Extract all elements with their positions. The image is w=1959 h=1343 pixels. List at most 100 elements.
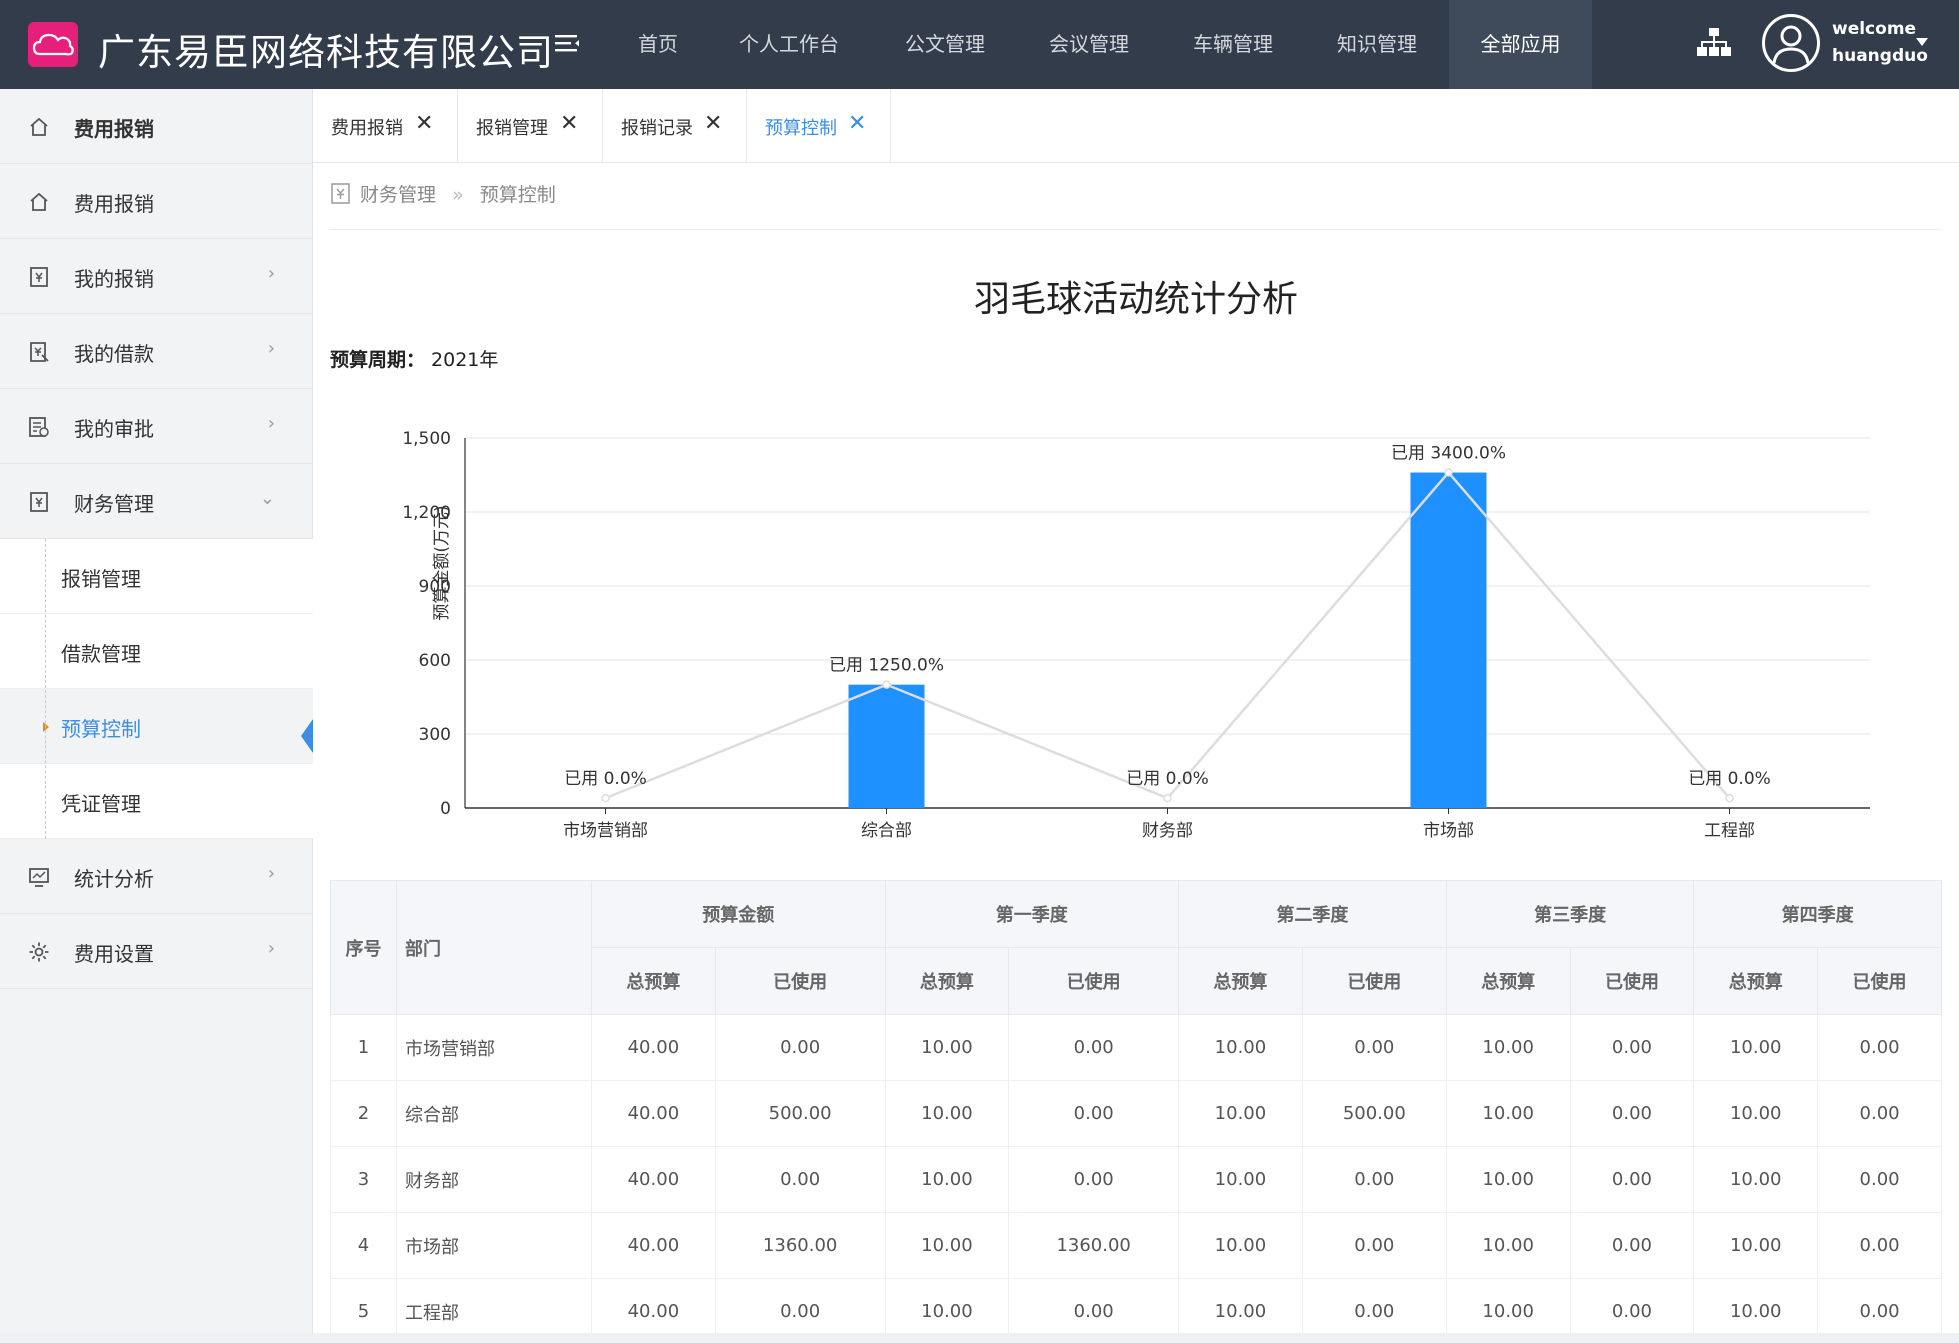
active-marker-icon — [43, 722, 49, 732]
cell-value: 10.00 — [1693, 1146, 1819, 1213]
cell-dept: 市场部 — [396, 1212, 592, 1279]
tab-reimbursement-records[interactable]: 报销记录 ✕ — [603, 89, 747, 163]
sidebar-subitem-loan-management[interactable]: 借款管理 — [0, 614, 313, 689]
column-header-total: 总预算 — [884, 947, 1010, 1015]
cell-value: 0.00 — [1301, 1014, 1447, 1081]
x-tick-label: 工程部 — [1704, 821, 1755, 841]
sidebar-item-label: 我的借款 — [74, 342, 154, 366]
close-icon[interactable]: ✕ — [415, 111, 433, 136]
cell-index: 4 — [330, 1212, 397, 1279]
user-menu-caret-icon[interactable] — [1916, 38, 1928, 46]
cell-dept: 市场营销部 — [396, 1014, 592, 1081]
cell-value: 10.00 — [884, 1014, 1010, 1081]
column-header-used: 已使用 — [1008, 947, 1180, 1015]
cell-value: 0.00 — [1301, 1146, 1447, 1213]
nav-all-apps[interactable]: 全部应用 — [1449, 0, 1592, 89]
chevron-right-icon: › — [267, 938, 275, 959]
cell-value: 10.00 — [1178, 1146, 1303, 1213]
menu-toggle-icon[interactable] — [555, 33, 581, 55]
sidebar-item-my-loans[interactable]: 我的借款 › — [0, 314, 313, 389]
sidebar-item-my-approvals[interactable]: 我的审批 › — [0, 389, 313, 464]
breadcrumb-separator: » — [452, 184, 464, 206]
usage-line — [605, 470, 1731, 800]
sidebar-item-label: 费用报销 — [74, 192, 154, 216]
column-group-budget: 预算金额 — [591, 880, 886, 948]
chevron-right-icon: › — [267, 413, 275, 434]
sidebar-header-expense[interactable]: 费用报销 — [0, 89, 313, 164]
horizontal-scrollbar[interactable] — [0, 1333, 1959, 1343]
top-bar: 广东易臣网络科技有限公司 首页 个人工作台 公文管理 会议管理 车辆管理 知识管… — [0, 0, 1959, 89]
sidebar-subitem-budget-control[interactable]: 预算控制 — [0, 689, 313, 764]
nav-home[interactable]: 首页 — [612, 0, 704, 89]
nav-personal-workbench[interactable]: 个人工作台 — [718, 0, 860, 89]
close-icon[interactable]: ✕ — [560, 111, 578, 136]
column-header-used: 已使用 — [1569, 947, 1695, 1015]
close-icon[interactable]: ✕ — [704, 111, 722, 136]
breadcrumb-parent[interactable]: 财务管理 — [360, 184, 436, 206]
sidebar-item-expense[interactable]: 费用报销 — [0, 164, 313, 239]
cell-value: 0.00 — [1817, 1212, 1942, 1279]
data-label: 已用 1250.0% — [829, 656, 944, 676]
cell-value: 10.00 — [1693, 1212, 1819, 1279]
line-point — [882, 680, 891, 689]
sidebar-item-expense-settings[interactable]: 费用设置 › — [0, 914, 313, 989]
cell-dept: 财务部 — [396, 1146, 592, 1213]
nav-meetings[interactable]: 会议管理 — [1018, 0, 1160, 89]
cell-value: 500.00 — [714, 1080, 886, 1147]
sidebar-item-label: 我的报销 — [74, 267, 154, 291]
budget-chart: 03006009001,2001,500预算金额(万元)市场营销部 综合部 财务部市… — [402, 429, 1870, 841]
sidebar-item-statistics[interactable]: 统计分析 › — [0, 839, 313, 914]
user-avatar[interactable] — [1762, 14, 1820, 72]
sidebar-subitem-label: 借款管理 — [61, 642, 141, 666]
sidebar-item-label: 费用报销 — [74, 117, 154, 141]
cell-value: 10.00 — [884, 1080, 1010, 1147]
sidebar-item-my-reimbursement[interactable]: 我的报销 › — [0, 239, 313, 314]
column-header-total: 总预算 — [1445, 947, 1571, 1015]
finance-icon — [30, 492, 48, 512]
column-header-used: 已使用 — [1301, 947, 1447, 1015]
tab-label: 预算控制 — [765, 118, 837, 139]
cell-value: 10.00 — [1693, 1080, 1819, 1147]
cell-value: 0.00 — [714, 1014, 886, 1081]
submenu-guide-line — [45, 539, 46, 839]
sidebar-item-label: 费用设置 — [74, 942, 154, 966]
tab-reimbursement-management[interactable]: 报销管理 ✕ — [458, 89, 603, 163]
username: huangduo — [1832, 46, 1928, 66]
tab-bar: 费用报销 ✕ 报销管理 ✕ 报销记录 ✕ 预算控制 ✕ — [313, 89, 1959, 163]
sidebar-subitem-reimbursement-management[interactable]: 报销管理 — [0, 539, 313, 614]
nav-knowledge[interactable]: 知识管理 — [1306, 0, 1448, 89]
y-tick-label: 300 — [419, 725, 451, 745]
table-row: 3 财务部 40.00 0.00 10.00 0.00 10.00 0.00 10.00 0.00… — [330, 1146, 1942, 1213]
cell-value: 0.00 — [1008, 1014, 1180, 1081]
cell-value: 0.00 — [1008, 1146, 1180, 1213]
user-greeting[interactable]: welcome huangduo — [1832, 16, 1928, 70]
y-tick-label: 0 — [440, 799, 451, 819]
sidebar-item-label: 统计分析 — [74, 867, 154, 891]
nav-documents[interactable]: 公文管理 — [874, 0, 1016, 89]
cell-value: 10.00 — [1445, 1146, 1571, 1213]
home-icon — [30, 117, 48, 136]
data-label: 已用 0.0% — [1688, 769, 1771, 789]
tab-expense[interactable]: 费用报销 ✕ — [313, 89, 458, 163]
chart-icon — [29, 868, 49, 887]
column-header-total: 总预算 — [591, 947, 716, 1015]
active-pointer-icon — [301, 719, 313, 753]
budget-period-label: 预算周期： — [330, 349, 426, 371]
tab-budget-control[interactable]: 预算控制 ✕ — [747, 89, 891, 163]
chevron-right-icon: › — [267, 863, 275, 884]
x-tick-label: 市场营销部 — [563, 821, 648, 841]
home-icon — [30, 192, 48, 211]
company-logo[interactable] — [28, 22, 78, 67]
column-group-q3: 第三季度 — [1445, 880, 1695, 948]
cell-index: 3 — [330, 1146, 397, 1213]
cell-value: 10.00 — [884, 1212, 1010, 1279]
close-icon[interactable]: ✕ — [848, 111, 866, 136]
sidebar-subitem-voucher-management[interactable]: 凭证管理 — [0, 764, 313, 839]
welcome-text: welcome — [1832, 19, 1917, 39]
org-chart-icon[interactable] — [1697, 26, 1731, 60]
sidebar-item-finance-management[interactable]: 财务管理 ⌄ — [0, 464, 313, 539]
cell-value: 10.00 — [1445, 1212, 1571, 1279]
column-header-total: 总预算 — [1178, 947, 1303, 1015]
nav-vehicles[interactable]: 车辆管理 — [1162, 0, 1304, 89]
budget-table: 序号 部门 预算金额 第一季度 第二季度 第三季度 第四季度 总预算 已使用 总… — [330, 880, 1942, 1343]
